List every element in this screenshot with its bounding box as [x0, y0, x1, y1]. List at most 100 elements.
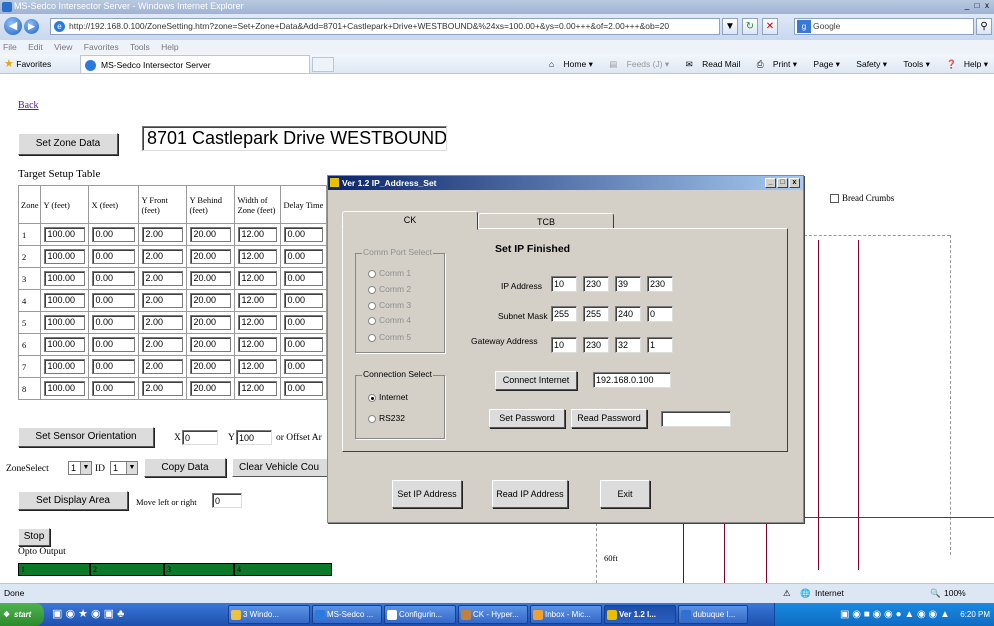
url-input[interactable]: e http://192.168.0.100/ZoneSetting.htm?z…	[50, 18, 720, 35]
cell-input[interactable]: 100.00	[44, 293, 86, 308]
tray-icons[interactable]: ▣ ◉ ■ ◉ ◉ ● ▲ ◉ ◉ ▲	[840, 609, 950, 620]
menu-edit[interactable]: Edit	[28, 42, 43, 52]
zoom-icon[interactable]: 🔍	[930, 584, 941, 602]
cell-input[interactable]: 2.00	[142, 315, 184, 330]
feeds-button[interactable]: ▤ Feeds (J) ▾	[602, 59, 669, 69]
help-menu-button[interactable]: ❓ Help ▾	[939, 59, 988, 69]
set-password-button[interactable]: Set Password	[489, 409, 565, 428]
radio-rs232[interactable]: RS232	[368, 413, 405, 423]
cell-input[interactable]: 12.00	[238, 271, 278, 286]
favorites-button[interactable]: ★ Favorites	[4, 54, 51, 74]
page-menu-button[interactable]: Page ▾	[806, 59, 840, 69]
menu-help[interactable]: Help	[161, 42, 178, 52]
cell-input[interactable]: 12.00	[238, 249, 278, 264]
cell-input[interactable]: 12.00	[238, 315, 278, 330]
subnet-octet-2[interactable]: 255	[583, 306, 609, 322]
cell-input[interactable]: 12.00	[238, 381, 278, 396]
subnet-octet-4[interactable]: 0	[647, 306, 673, 322]
menu-favorites[interactable]: Favorites	[84, 42, 119, 52]
cell-input[interactable]: 0.00	[284, 359, 324, 374]
taskbar-item-dubuque[interactable]: dubuque I...	[678, 605, 748, 624]
cell-input[interactable]: 100.00	[44, 227, 86, 242]
read-ip-address-button[interactable]: Read IP Address	[492, 480, 568, 508]
clear-vehicle-count-button[interactable]: Clear Vehicle Cou	[232, 458, 332, 477]
radio-internet[interactable]: Internet	[368, 392, 408, 402]
cell-input[interactable]: 100.00	[44, 381, 86, 396]
radio-comm5[interactable]: Comm 5	[368, 332, 411, 342]
cell-input[interactable]: 100.00	[44, 359, 86, 374]
cell-input[interactable]: 20.00	[190, 271, 232, 286]
x-input[interactable]: 0	[182, 430, 218, 445]
cell-input[interactable]: 0.00	[92, 227, 136, 242]
menu-view[interactable]: View	[54, 42, 72, 52]
cell-input[interactable]: 100.00	[44, 315, 86, 330]
cell-input[interactable]: 100.00	[44, 249, 86, 264]
cell-input[interactable]: 0.00	[284, 293, 324, 308]
refresh-icon[interactable]: ↻	[742, 18, 758, 35]
cell-input[interactable]: 12.00	[238, 227, 278, 242]
cell-input[interactable]: 20.00	[190, 249, 232, 264]
cell-input[interactable]: 100.00	[44, 337, 86, 352]
cell-input[interactable]: 0.00	[92, 293, 136, 308]
gateway-octet-1[interactable]: 10	[551, 337, 577, 353]
menu-file[interactable]: File	[3, 42, 17, 52]
exit-button[interactable]: Exit	[600, 480, 650, 508]
radio-comm2[interactable]: Comm 2	[368, 284, 411, 294]
taskbar-item-configuring[interactable]: Configurin...	[384, 605, 456, 624]
cell-input[interactable]: 0.00	[92, 315, 136, 330]
radio-comm3[interactable]: Comm 3	[368, 300, 411, 310]
back-arrow-icon[interactable]: ◀	[4, 17, 22, 35]
cell-input[interactable]: 0.00	[284, 227, 324, 242]
ip-octet-1[interactable]: 10	[551, 276, 577, 292]
quick-launch-icons[interactable]: ▣ ◉ ★ ◉ ▣ ♣	[52, 603, 124, 626]
cell-input[interactable]: 20.00	[190, 293, 232, 308]
tools-menu-button[interactable]: Tools ▾	[896, 59, 929, 69]
id-dropdown[interactable]: 1 ▼	[110, 461, 138, 475]
browser-tab[interactable]: MS-Sedco Intersector Server	[80, 55, 310, 73]
cell-input[interactable]: 2.00	[142, 337, 184, 352]
cell-input[interactable]: 0.00	[284, 315, 324, 330]
stop-button[interactable]: Stop	[18, 528, 50, 546]
cell-input[interactable]: 12.00	[238, 359, 278, 374]
cell-input[interactable]: 20.00	[190, 381, 232, 396]
zone-name-input[interactable]: 8701 Castlepark Drive WESTBOUND	[142, 126, 447, 151]
cell-input[interactable]: 0.00	[92, 359, 136, 374]
cell-input[interactable]: 2.00	[142, 359, 184, 374]
cell-input[interactable]: 0.00	[284, 381, 324, 396]
zoneselect-dropdown[interactable]: 1 ▼	[68, 461, 92, 475]
taskbar-item-inbox[interactable]: Inbox - Mic...	[530, 605, 602, 624]
new-tab-button[interactable]	[312, 57, 334, 72]
forward-arrow-icon[interactable]: ▶	[24, 19, 39, 34]
taskbar-item-ver12[interactable]: Ver 1.2 I...	[604, 605, 676, 624]
print-button[interactable]: ⎙ Print ▾	[750, 59, 797, 69]
read-mail-button[interactable]: ✉ Read Mail	[679, 59, 741, 69]
subnet-octet-1[interactable]: 255	[551, 306, 577, 322]
set-ip-address-button[interactable]: Set IP Address	[392, 480, 462, 508]
radio-comm1[interactable]: Comm 1	[368, 268, 411, 278]
address-dropdown-icon[interactable]: ▼	[722, 18, 738, 35]
taskbar-item-hyperterminal[interactable]: CK - Hyper...	[458, 605, 528, 624]
set-zone-data-button[interactable]: Set Zone Data	[18, 133, 118, 155]
cell-input[interactable]: 12.00	[238, 337, 278, 352]
menu-tools[interactable]: Tools	[130, 42, 150, 52]
ip-octet-2[interactable]: 230	[583, 276, 609, 292]
password-input[interactable]	[661, 411, 731, 427]
ip-octet-4[interactable]: 230	[647, 276, 673, 292]
subnet-octet-3[interactable]: 240	[615, 306, 641, 322]
ip-octet-3[interactable]: 39	[615, 276, 641, 292]
stop-icon[interactable]: ✕	[762, 18, 778, 35]
cell-input[interactable]: 12.00	[238, 293, 278, 308]
dialog-maximize-button[interactable]: □	[777, 178, 788, 188]
set-sensor-orientation-button[interactable]: Set Sensor Orientation	[18, 427, 154, 447]
close-button[interactable]: x	[982, 1, 992, 11]
set-display-area-button[interactable]: Set Display Area	[18, 491, 128, 510]
home-button[interactable]: ⌂ Home ▾	[542, 59, 593, 69]
gateway-octet-4[interactable]: 1	[647, 337, 673, 353]
cell-input[interactable]: 100.00	[44, 271, 86, 286]
dialog-close-button[interactable]: x	[789, 178, 800, 188]
maximize-button[interactable]: □	[972, 1, 982, 11]
start-button[interactable]: ❖ start	[0, 603, 44, 626]
cell-input[interactable]: 0.00	[284, 249, 324, 264]
cell-input[interactable]: 0.00	[92, 271, 136, 286]
back-link[interactable]: Back	[18, 100, 39, 111]
